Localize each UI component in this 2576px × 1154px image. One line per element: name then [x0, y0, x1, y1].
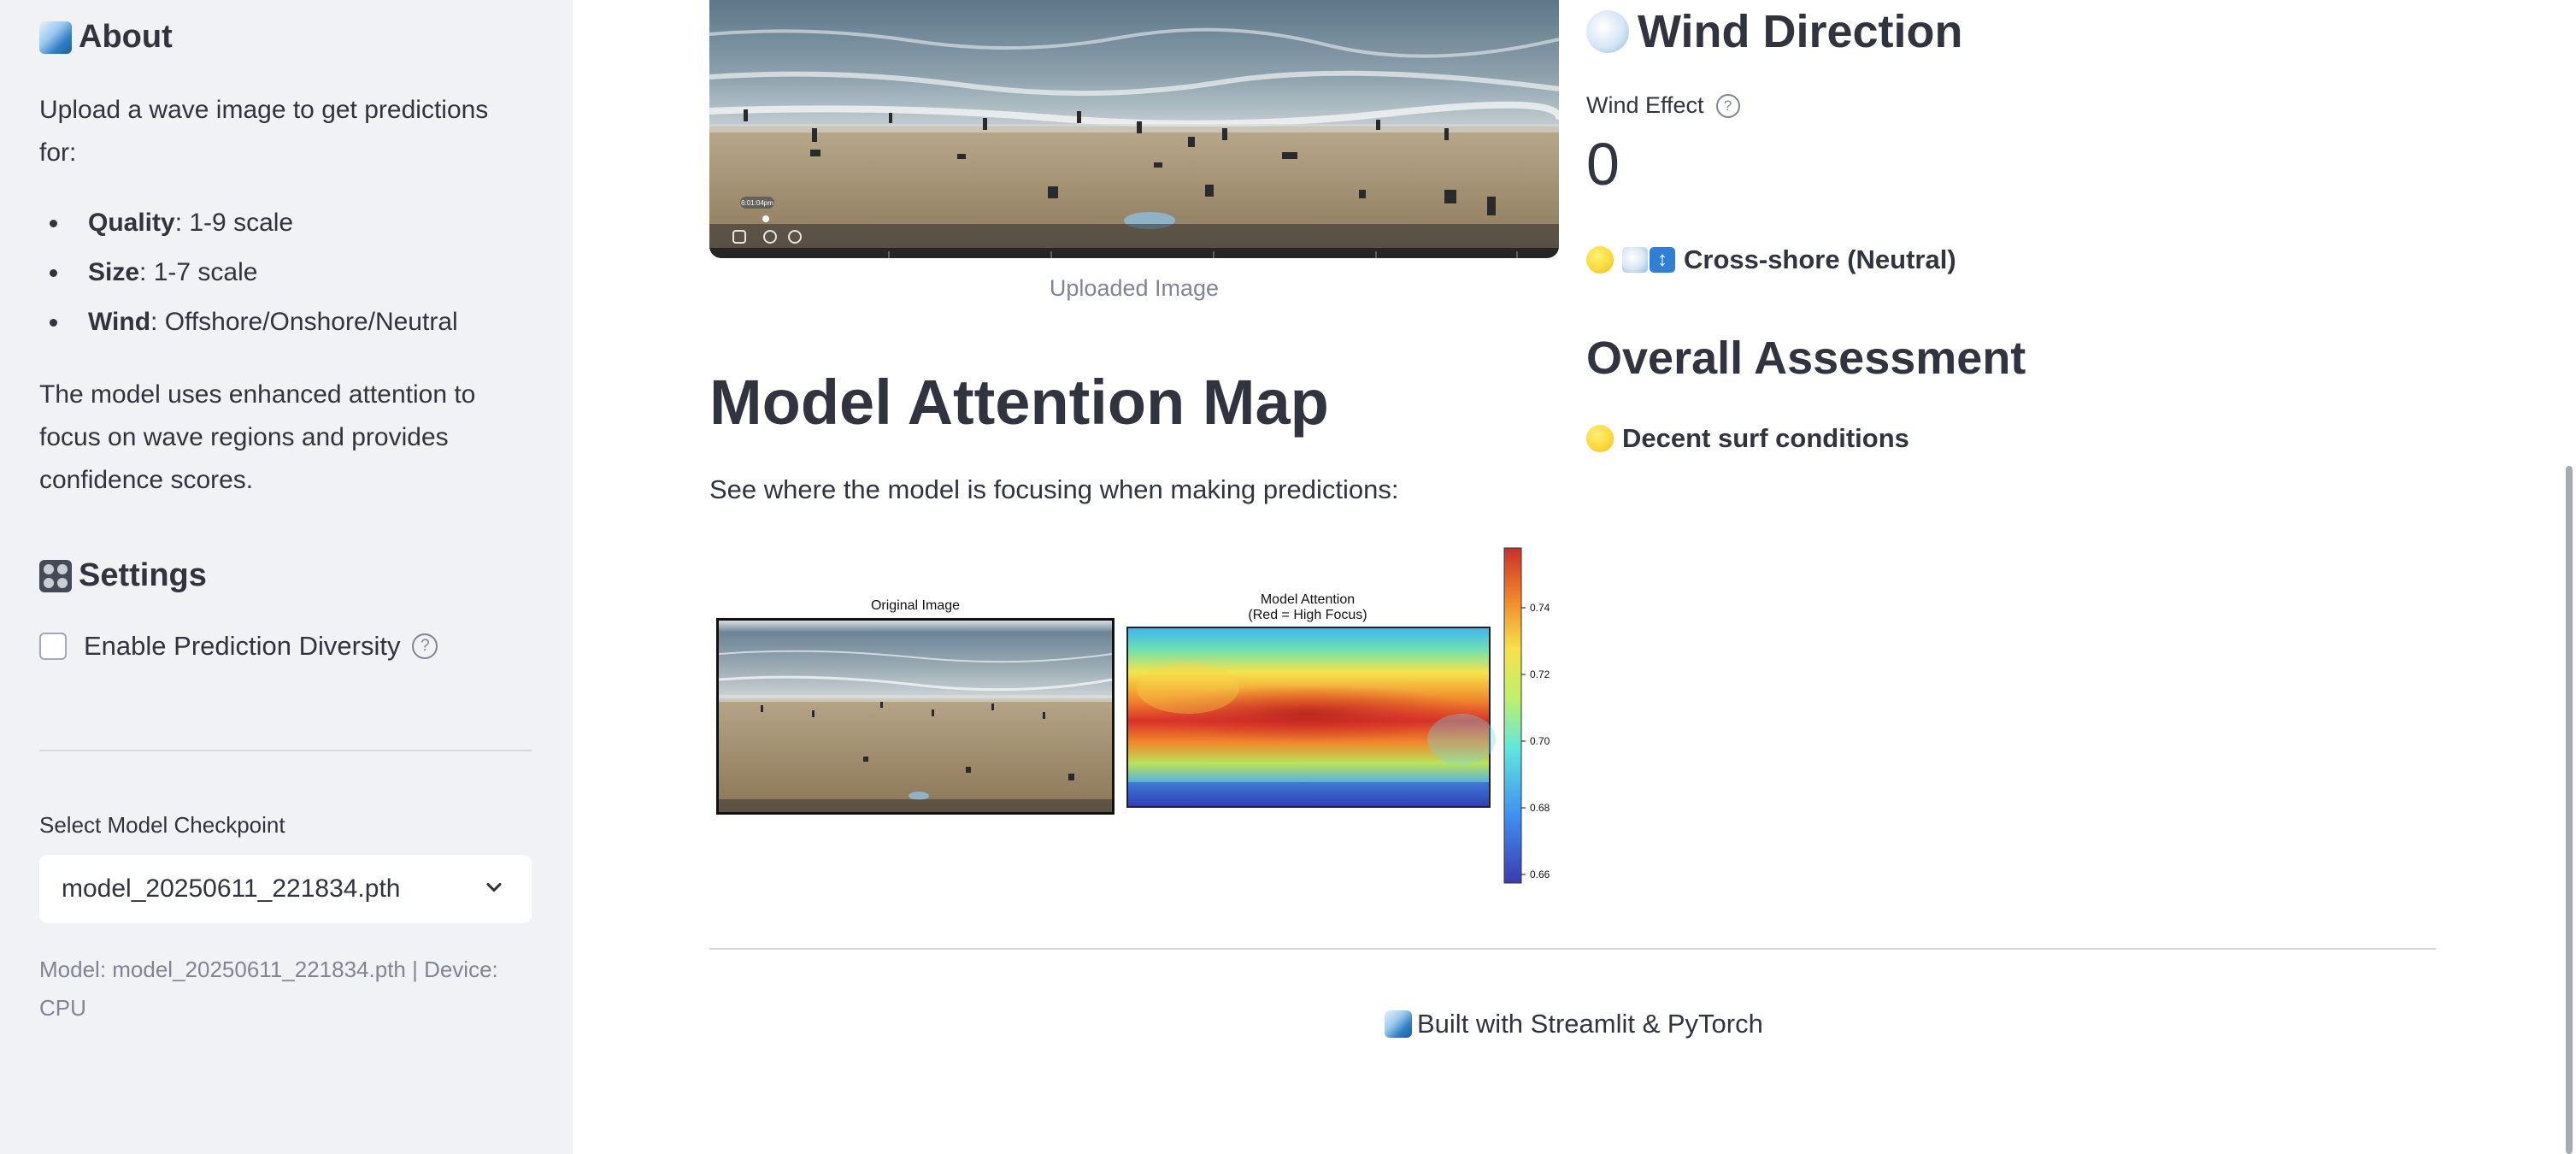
checkpoint-selected-value: model_20250611_221834.pth [62, 874, 401, 903]
colorbar-tick: 0.66 [1530, 868, 1550, 880]
wave-icon [39, 21, 72, 54]
video-timestamp: 6:01:04pm [741, 199, 773, 207]
attention-colorbar: 0.74 0.72 0.70 0.68 0.66 [1503, 547, 1550, 884]
dashing-away-icon [1622, 247, 1648, 273]
yellow-circle-icon [1586, 246, 1614, 274]
chevron-down-icon [486, 882, 502, 892]
dashing-away-icon [1586, 10, 1629, 53]
colorbar-tick: 0.74 [1530, 602, 1550, 614]
original-image-thumbnail [716, 618, 1115, 815]
prediction-diversity-toggle[interactable]: Enable Prediction Diversity ? [39, 631, 438, 662]
attention-figure: Original Image Model Attention (Red = Hi… [716, 547, 1550, 884]
attention-map-title: Model Attention Map [709, 367, 1329, 438]
wind-effect-value: 0 [1586, 131, 1620, 197]
list-item: Quality: 1-9 scale [39, 198, 458, 248]
uploaded-image-caption: Uploaded Image [1049, 275, 1220, 301]
attention-heatmap [1126, 627, 1496, 808]
attention-title-line1: Model Attention [1261, 592, 1355, 607]
wave-icon [1385, 1010, 1412, 1038]
colorbar-tick: 0.70 [1530, 735, 1550, 747]
help-icon[interactable]: ? [1715, 93, 1740, 118]
attention-title-line2: (Red = High Focus) [1248, 608, 1367, 622]
overall-assessment-heading: Overall Assessment [1586, 333, 2026, 384]
about-intro: Upload a wave image to get predictions f… [39, 96, 489, 167]
sidebar-divider [39, 750, 532, 751]
feature-list: Quality: 1-9 scale Size: 1-7 scale Wind:… [39, 198, 458, 347]
original-image-title: Original Image [871, 598, 960, 613]
settings-heading: Settings [39, 557, 207, 594]
help-icon[interactable]: ? [412, 633, 438, 659]
checkpoint-select[interactable]: model_20250611_221834.pth [39, 855, 532, 923]
footer: Built with Streamlit & PyTorch [1385, 1009, 1763, 1039]
prediction-diversity-checkbox[interactable] [39, 633, 67, 660]
colorbar-tick: 0.72 [1530, 668, 1550, 680]
prediction-diversity-label: Enable Prediction Diversity [84, 631, 401, 661]
checkpoint-label: Select Model Checkpoint [39, 812, 285, 838]
overall-status: Decent surf conditions [1586, 423, 1909, 454]
main-divider [709, 948, 2436, 950]
wind-status: ↕ Cross-shore (Neutral) [1586, 244, 1956, 275]
up-down-arrow-icon: ↕ [1650, 247, 1675, 273]
model-info: Model: model_20250611_221834.pth | Devic… [39, 957, 498, 1021]
attention-map-description: See where the model is focusing when mak… [709, 474, 1399, 504]
uploaded-image: 6:01:04pm [709, 0, 1559, 258]
list-item: Size: 1-7 scale [39, 248, 458, 297]
wind-direction-heading: Wind Direction [1586, 5, 1963, 58]
colorbar-tick: 0.68 [1530, 802, 1550, 814]
yellow-circle-icon [1586, 425, 1614, 452]
about-heading: About [39, 19, 173, 56]
page-scrollbar[interactable] [2566, 466, 2573, 1154]
control-knobs-icon [39, 559, 72, 592]
about-description: The model uses enhanced attention to foc… [39, 380, 476, 494]
sidebar: About Upload a wave image to get predict… [0, 0, 573, 1154]
wind-effect-label: Wind Effect ? [1586, 92, 1740, 119]
list-item: Wind: Offshore/Onshore/Neutral [39, 297, 458, 347]
